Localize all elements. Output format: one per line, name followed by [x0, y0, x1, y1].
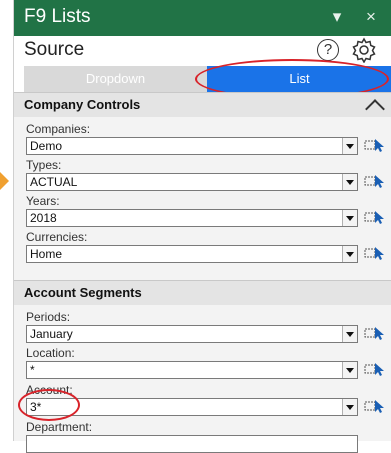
- select-from-sheet-icon[interactable]: [364, 209, 386, 225]
- periods-label: Periods:: [26, 310, 71, 324]
- currencies-label: Currencies:: [26, 230, 88, 244]
- department-combo[interactable]: [26, 435, 358, 453]
- gear-icon[interactable]: [351, 37, 377, 63]
- types-value: ACTUAL: [30, 175, 78, 189]
- select-from-sheet-icon[interactable]: [364, 325, 386, 341]
- dropdown-arrow-icon[interactable]: [342, 138, 357, 154]
- dropdown-mode-button[interactable]: Dropdown: [24, 66, 207, 92]
- select-from-sheet-icon[interactable]: [364, 398, 386, 414]
- location-value: *: [30, 363, 35, 377]
- location-combo[interactable]: *: [26, 361, 358, 379]
- account-segments-header[interactable]: Account Segments: [14, 280, 391, 305]
- companies-combo[interactable]: Demo: [26, 137, 358, 155]
- currencies-value: Home: [30, 247, 63, 261]
- department-label: Department:: [26, 420, 93, 434]
- currencies-combo[interactable]: Home: [26, 245, 358, 263]
- settings-panel: Company Controls Companies: Demo Types: …: [14, 92, 391, 453]
- title-bar: F9 Lists ▾ ×: [14, 0, 391, 36]
- dropdown-arrow-icon[interactable]: [342, 174, 357, 190]
- years-label: Years:: [26, 194, 60, 208]
- location-label: Location:: [26, 346, 75, 360]
- chevron-down-icon[interactable]: ▾: [326, 5, 348, 29]
- close-icon[interactable]: ×: [360, 5, 382, 29]
- types-combo[interactable]: ACTUAL: [26, 173, 358, 191]
- dropdown-arrow-icon[interactable]: [342, 210, 357, 226]
- dropdown-arrow-icon[interactable]: [342, 246, 357, 262]
- dropdown-arrow-icon[interactable]: [342, 326, 357, 342]
- company-controls-header[interactable]: Company Controls: [14, 92, 391, 119]
- pane-title: F9 Lists: [24, 6, 91, 27]
- task-pane: F9 Lists ▾ × Source ? Dropdown List Comp…: [13, 0, 391, 453]
- periods-combo[interactable]: January: [26, 325, 358, 343]
- select-from-sheet-icon[interactable]: [364, 173, 386, 189]
- years-value: 2018: [30, 211, 57, 225]
- pointer-arrow-icon: [0, 172, 9, 190]
- select-from-sheet-icon[interactable]: [364, 137, 386, 153]
- years-combo[interactable]: 2018: [26, 209, 358, 227]
- account-segments-title: Account Segments: [24, 285, 142, 300]
- periods-value: January: [30, 327, 73, 341]
- select-from-sheet-icon[interactable]: [364, 245, 386, 261]
- dropdown-arrow-icon[interactable]: [342, 399, 357, 415]
- highlight-ring-account: [18, 389, 80, 421]
- types-label: Types:: [26, 158, 62, 172]
- dropdown-arrow-icon[interactable]: [342, 362, 357, 378]
- help-icon[interactable]: ?: [317, 39, 339, 61]
- companies-label: Companies:: [26, 122, 91, 136]
- chevron-up-icon[interactable]: [365, 99, 385, 119]
- source-label: Source: [24, 39, 85, 60]
- select-from-sheet-icon[interactable]: [364, 361, 386, 377]
- companies-value: Demo: [30, 139, 63, 153]
- company-controls-title: Company Controls: [24, 97, 141, 112]
